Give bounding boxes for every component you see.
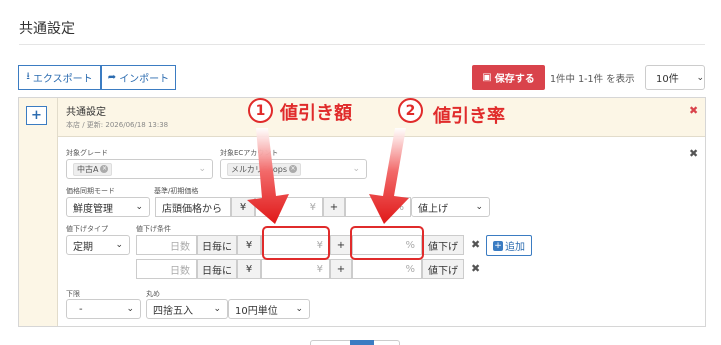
- arrow-to-amount: [247, 128, 289, 224]
- annotation-label-2: 値引き率: [433, 106, 505, 127]
- annotation-badge-1: 1: [248, 98, 273, 123]
- annotation-arrows: [247, 128, 409, 224]
- annotation-label-1: 値引き額: [280, 103, 352, 124]
- annotation-badge-2: 2: [398, 98, 423, 123]
- arrow-to-rate: [369, 128, 409, 224]
